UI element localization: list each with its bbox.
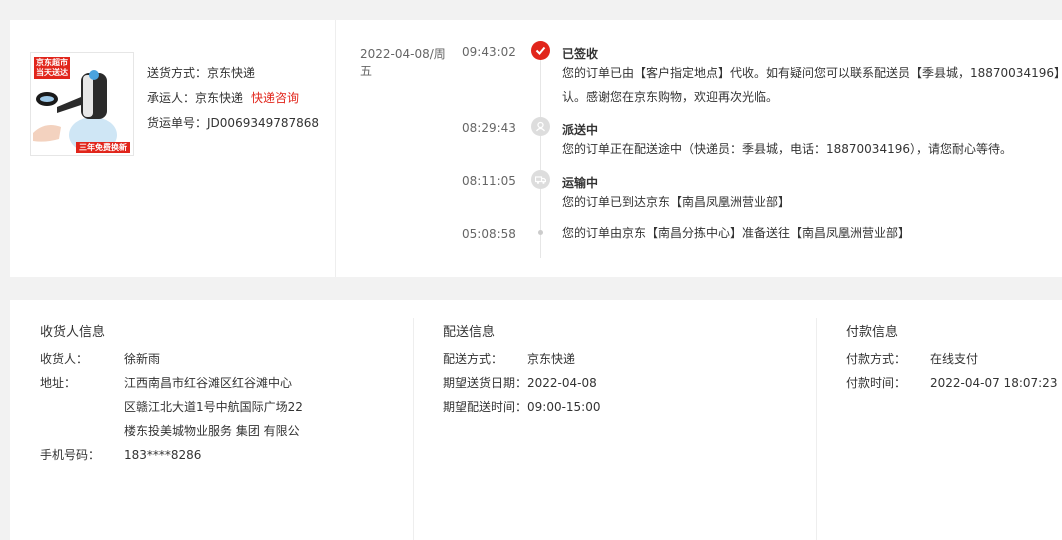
delivery-info-section: 配送信息 配送方式： 京东快递 期望送货日期： 2022-04-08 期望配送时… [413, 300, 816, 540]
order-info-panel: 收货人信息 收货人： 徐新雨 地址： 江西南昌市红谷滩区红谷滩中心 区赣江北大道… [10, 300, 1062, 540]
address-line: 江西南昌市红谷滩区红谷滩中心 [124, 376, 293, 390]
delivery-date-row: 期望送货日期： 2022-04-08 [443, 371, 597, 395]
delivery-date-label: 期望送货日期： [443, 376, 528, 390]
section-title: 收货人信息 [40, 325, 106, 340]
receiver-name-row: 收货人： 徐新雨 [40, 347, 160, 371]
carrier-row: 承运人：京东快递 快递咨询 [147, 90, 319, 115]
payment-time-label: 付款时间： [846, 376, 907, 390]
logistics-panel: 京东超市 当天送达 三年免费换新 送货方式：京东快递 承运人：京东快递 快递咨询 … [10, 20, 1062, 277]
section-title: 配送信息 [443, 325, 496, 340]
section-title: 付款信息 [846, 325, 899, 340]
payment-method: 在线支付 [930, 352, 979, 366]
phone-number: 183****8286 [124, 448, 202, 462]
payment-time: 2022-04-07 18:07:23 [930, 376, 1058, 390]
phone-label: 手机号码： [40, 448, 101, 462]
timeline-date: 2022-04-08/周五 [360, 47, 446, 78]
timeline-desc: 您的订单正在配送途中（快递员：季县城，电话：18870034196），请您耐心等… [562, 142, 1012, 156]
timeline-time: 08:29:43 [462, 121, 516, 135]
payment-info-section: 付款信息 付款方式： 在线支付 付款时间： 2022-04-07 18:07:2… [816, 300, 1062, 540]
timeline-line [540, 60, 541, 258]
receiver-name: 徐新雨 [124, 352, 161, 366]
address-row: 地址： 江西南昌市红谷滩区红谷滩中心 区赣江北大道1号中航国际广场22 楼东投美… [40, 371, 303, 438]
payment-method-label: 付款方式： [846, 352, 907, 366]
phone-row: 手机号码： 183****8286 [40, 443, 201, 467]
receiver-info-section: 收货人信息 收货人： 徐新雨 地址： 江西南昌市红谷滩区红谷滩中心 区赣江北大道… [10, 300, 413, 540]
payment-time-row: 付款时间： 2022-04-07 18:07:23 [846, 371, 1057, 395]
delivery-method: 京东快递 [527, 352, 576, 366]
ship-method-row: 送货方式：京东快递 [147, 65, 319, 90]
timeline-point-icon [538, 230, 543, 235]
payment-method-row: 付款方式： 在线支付 [846, 347, 978, 371]
delivery-method-row: 配送方式： 京东快递 [443, 347, 575, 371]
tracking-label: 货运单号： [147, 116, 208, 130]
ship-method-label: 送货方式： [147, 66, 208, 80]
address-line: 楼东投美城物业服务 集团 有限公 [124, 424, 300, 438]
timeline-status: 运输中 [562, 176, 599, 190]
product-thumbnail[interactable]: 京东超市 当天送达 三年免费换新 [30, 52, 134, 156]
check-icon [531, 41, 550, 60]
address-line: 区赣江北大道1号中航国际广场22 [124, 400, 303, 414]
promo-badge-top: 京东超市 当天送达 [34, 57, 70, 79]
carrier-value: 京东快递 [195, 91, 244, 105]
tracking-row: 货运单号：JD0069349787868 [147, 115, 319, 140]
delivery-time-label: 期望配送时间： [443, 400, 528, 414]
timeline-time: 08:11:05 [462, 174, 516, 188]
delivery-time: 09:00-15:00 [527, 400, 601, 414]
timeline-status: 已签收 [562, 47, 599, 61]
delivery-person-icon [531, 117, 550, 136]
timeline-desc: 您的订单由京东【南昌分拣中心】准备送往【南昌凤凰洲营业部】 [562, 226, 911, 240]
truck-icon [531, 170, 550, 189]
timeline-time: 05:08:58 [462, 227, 516, 241]
shipping-info: 送货方式：京东快递 承运人：京东快递 快递咨询 货运单号：JD0069349787… [147, 65, 319, 140]
ship-method-value: 京东快递 [207, 66, 256, 80]
address-label: 地址： [40, 376, 77, 390]
tracking-timeline: 2022-04-08/周五 09:43:02 已签收 您的订单已由【客户指定地点… [336, 20, 1062, 277]
promo-badge-bottom: 三年免费换新 [76, 142, 130, 153]
product-area: 京东超市 当天送达 三年免费换新 送货方式：京东快递 承运人：京东快递 快递咨询 … [10, 20, 336, 277]
carrier-label: 承运人： [147, 91, 196, 105]
receiver-name-label: 收货人： [40, 352, 89, 366]
timeline-desc: 您的订单已到达京东【南昌凤凰洲营业部】 [562, 195, 791, 209]
tracking-number: JD0069349787868 [207, 116, 320, 130]
delivery-date: 2022-04-08 [527, 376, 597, 390]
delivery-time-row: 期望配送时间： 09:00-15:00 [443, 395, 601, 419]
timeline-time: 09:43:02 [462, 45, 516, 59]
timeline-status: 派送中 [562, 123, 599, 137]
timeline-desc: 您的订单已由【客户指定地点】代收。如有疑问您可以联系配送员【季县城，188700… [562, 66, 1062, 80]
delivery-method-label: 配送方式： [443, 352, 504, 366]
express-inquiry-link[interactable]: 快递咨询 [251, 91, 299, 105]
timeline-desc: 认。感谢您在京东购物，欢迎再次光临。 [562, 90, 779, 104]
